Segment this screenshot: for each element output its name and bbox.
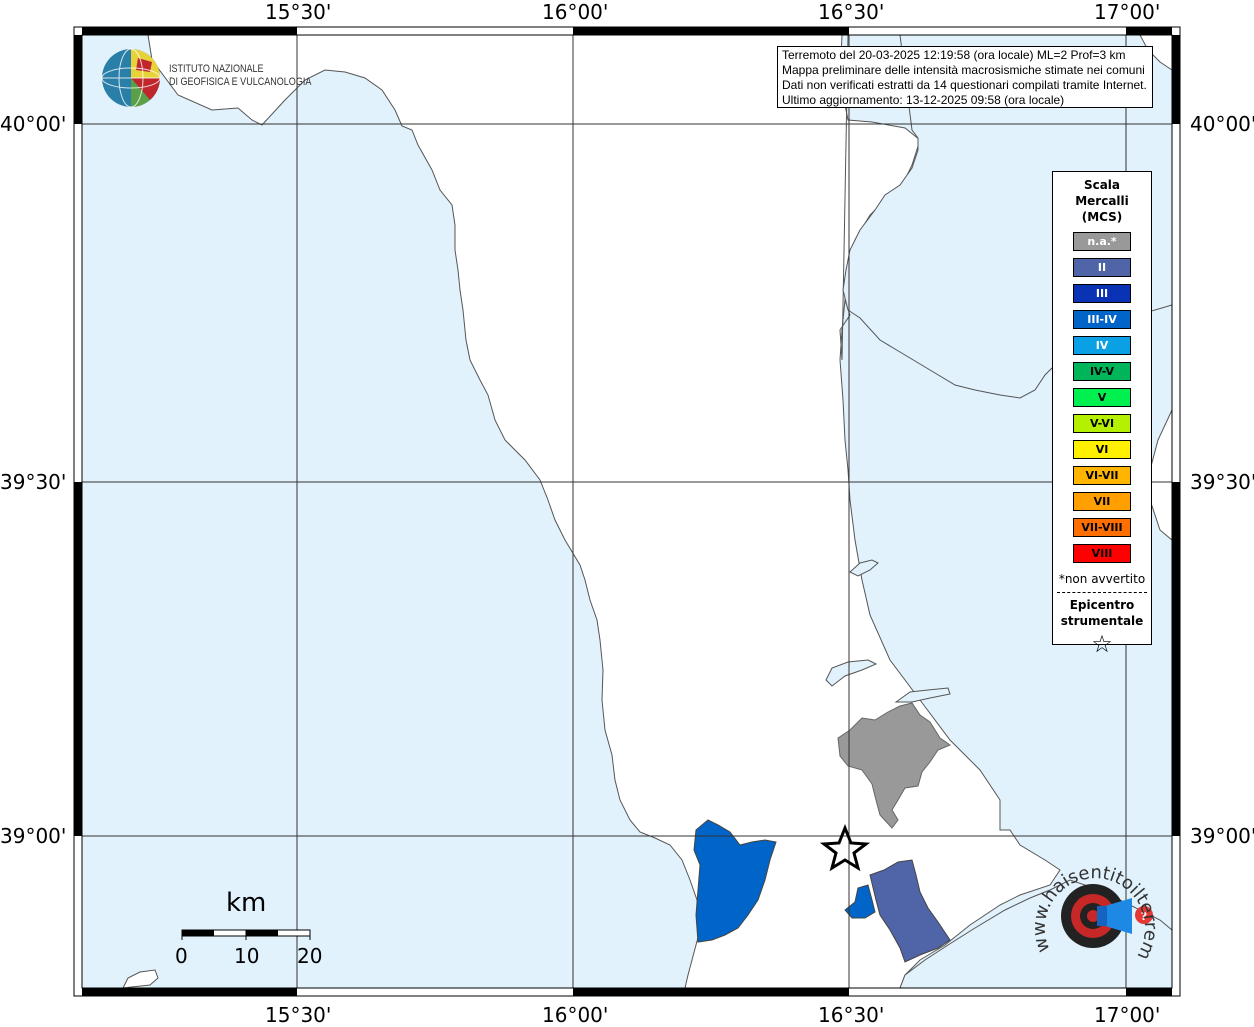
lon-label-top-3: 16°30' bbox=[818, 0, 885, 24]
legend-title: Scala Mercalli (MCS) bbox=[1053, 177, 1151, 225]
legend-swatch: VI bbox=[1073, 440, 1131, 459]
lon-label-bottom-3: 16°30' bbox=[818, 1003, 885, 1027]
institute-name: ISTITUTO NAZIONALE DI GEOFISICA E VULCAN… bbox=[169, 63, 311, 89]
legend-swatch: III bbox=[1073, 284, 1131, 303]
lat-label-left-1: 40°00' bbox=[0, 112, 67, 136]
institute-line-1: ISTITUTO NAZIONALE bbox=[169, 63, 264, 75]
legend-swatch: VII-VIII bbox=[1073, 518, 1131, 537]
info-line-3: Dati non verificati estratti da 14 quest… bbox=[782, 78, 1147, 92]
ingv-logo-icon bbox=[101, 48, 161, 108]
legend-items: n.a.* II III III-IV IV IV-V V V-VI VI VI-VII VII VI… bbox=[1053, 232, 1151, 563]
scale-bar-unit: km bbox=[226, 888, 267, 918]
legend-swatch: IV-V bbox=[1073, 362, 1131, 381]
legend-swatch: VIII bbox=[1073, 544, 1131, 563]
lon-label-top-1: 15°30' bbox=[265, 0, 332, 24]
info-line-4: Ultimo aggiornamento: 13-12-2025 09:58 (… bbox=[782, 93, 1065, 107]
lat-label-right-2: 39°30' bbox=[1190, 470, 1254, 494]
legend-swatch: III-IV bbox=[1073, 310, 1131, 329]
legend-title-line-3: (MCS) bbox=[1081, 210, 1123, 224]
legend-note: *non avvertito bbox=[1058, 572, 1146, 586]
scale-tick-10: 10 bbox=[234, 944, 260, 968]
lat-label-left-2: 39°30' bbox=[0, 470, 67, 494]
legend-swatch: VI-VII bbox=[1073, 466, 1131, 485]
legend-epicenter-label: Epicentro strumentale bbox=[1053, 597, 1151, 629]
legend-epicenter-star-icon: ☆ bbox=[1091, 630, 1113, 658]
legend-title-line-1: Scala bbox=[1083, 178, 1121, 192]
institute-line-2: DI GEOFISICA E VULCANOLOGIA bbox=[169, 76, 312, 88]
lon-label-top-2: 16°00' bbox=[542, 0, 609, 24]
lon-label-bottom-2: 16°00' bbox=[542, 1003, 609, 1027]
legend-swatch: IV bbox=[1073, 336, 1131, 355]
legend-swatch: V-VI bbox=[1073, 414, 1131, 433]
event-info-box: Terremoto del 20-03-2025 12:19:58 (ora l… bbox=[777, 46, 1153, 108]
legend-swatch: V bbox=[1073, 388, 1131, 407]
lat-label-left-3: 39°00' bbox=[0, 824, 67, 848]
lat-label-right-3: 39°00' bbox=[1190, 824, 1254, 848]
lon-label-bottom-1: 15°30' bbox=[265, 1003, 332, 1027]
legend-swatch: II bbox=[1073, 258, 1131, 277]
intensity-legend: Scala Mercalli (MCS) n.a.* II III III-IV IV I… bbox=[1052, 171, 1152, 657]
scale-tick-20: 20 bbox=[297, 944, 323, 968]
info-line-1: Terremoto del 20-03-2025 12:19:58 (ora l… bbox=[782, 48, 1126, 62]
legend-swatch: n.a.* bbox=[1073, 232, 1131, 251]
scale-tick-0: 0 bbox=[175, 944, 188, 968]
lon-label-bottom-4: 17°00' bbox=[1094, 1003, 1161, 1027]
legend-swatch: VII bbox=[1073, 492, 1131, 511]
legend-title-line-2: Mercalli bbox=[1075, 194, 1129, 208]
legend-epicenter-line-2: strumentale bbox=[1060, 614, 1144, 628]
lat-label-right-1: 40°00' bbox=[1190, 112, 1254, 136]
legend-separator bbox=[1057, 592, 1147, 593]
legend-epicenter-line-1: Epicentro bbox=[1069, 598, 1135, 612]
info-line-2: Mappa preliminare delle intensità macros… bbox=[782, 63, 1145, 77]
lon-label-top-4: 17°00' bbox=[1094, 0, 1161, 24]
